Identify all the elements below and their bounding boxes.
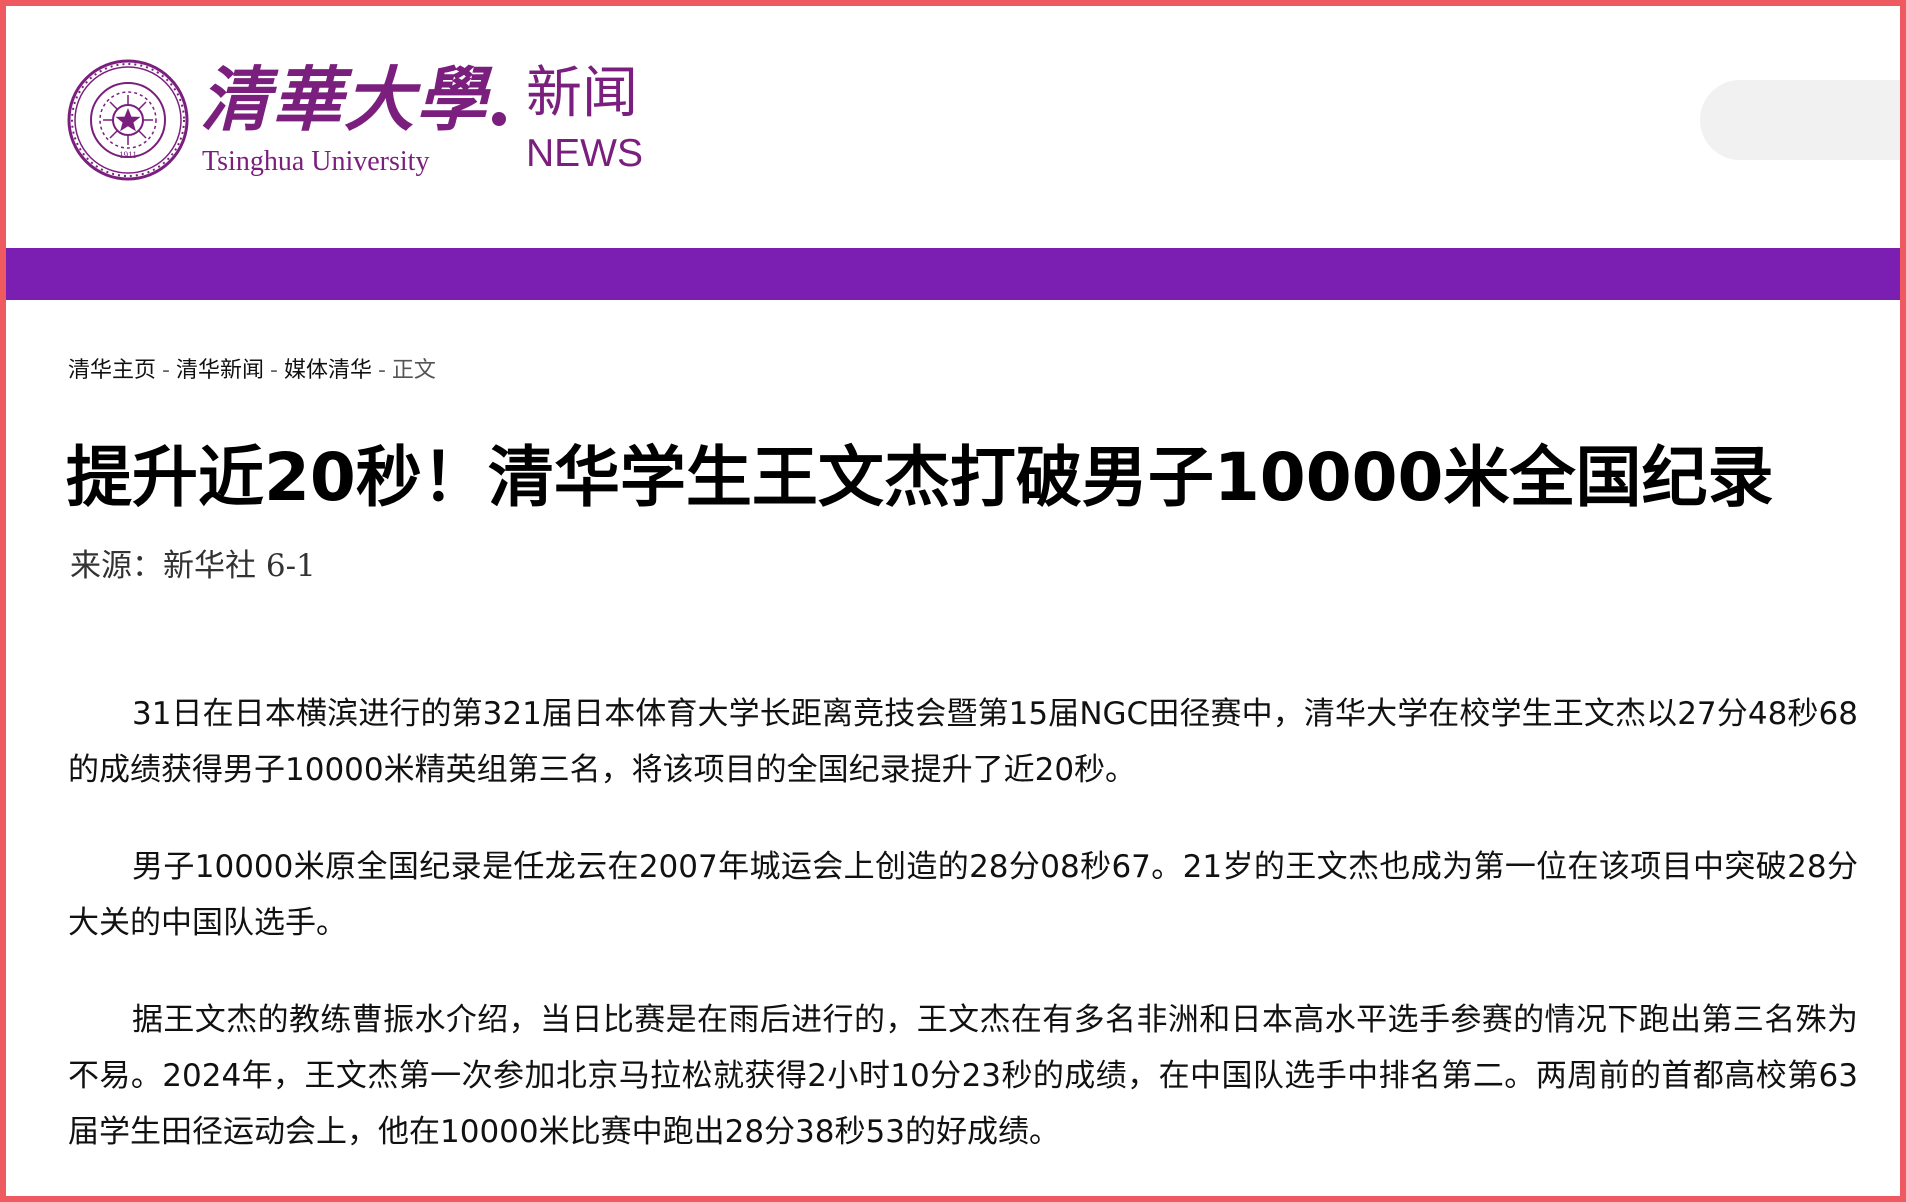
article-paragraph: 据王文杰的教练曹振水介绍，当日比赛是在雨后进行的，王文杰在有多名非洲和日本高水平… [68, 1002, 1858, 1150]
breadcrumb: 清华主页 - 清华新闻 - 媒体清华 - 正文 [68, 356, 436, 386]
university-name-en: Tsinghua University [202, 146, 430, 177]
search-box[interactable] [1700, 80, 1906, 160]
university-seal-icon: 1911 [67, 59, 189, 181]
breadcrumb-separator: - [269, 358, 278, 383]
university-name-cn: 清華大學 [200, 58, 488, 141]
seal-year: 1911 [119, 150, 137, 160]
site-header: 1911 清華大學 Tsinghua University 新闻 NEWS [0, 0, 1906, 248]
article-title: 提升近20秒！清华学生王文杰打破男子10000米全国纪录 [66, 439, 1774, 516]
brand-separator-dot [492, 112, 506, 126]
breadcrumb-news-link[interactable]: 清华新闻 [176, 358, 264, 383]
article-source: 来源：新华社 6-1 [70, 548, 316, 584]
news-brand: 新闻 NEWS [526, 56, 656, 186]
breadcrumb-current: 正文 [391, 358, 436, 383]
article-paragraph: 31日在日本横滨进行的第321届日本体育大学长距离竞技会暨第15届NGC田径赛中… [68, 696, 1858, 788]
university-logo[interactable]: 1911 清華大學 Tsinghua University 新闻 NEWS [66, 56, 656, 186]
breadcrumb-separator: - [377, 358, 386, 383]
university-wordmark: 清華大學 Tsinghua University [200, 56, 530, 186]
news-brand-cn: 新闻 [526, 61, 638, 126]
article-body: 31日在日本横滨进行的第321届日本体育大学长距离竞技会暨第15届NGC田径赛中… [68, 686, 1858, 1201]
main-nav-bar [0, 248, 1906, 300]
breadcrumb-home-link[interactable]: 清华主页 [68, 358, 156, 383]
breadcrumb-media-link[interactable]: 媒体清华 [284, 358, 372, 383]
breadcrumb-separator: - [162, 358, 170, 383]
article-paragraph: 男子10000米原全国纪录是任龙云在2007年城运会上创造的28分08秒67。2… [68, 849, 1858, 941]
news-brand-en: NEWS [526, 132, 643, 175]
